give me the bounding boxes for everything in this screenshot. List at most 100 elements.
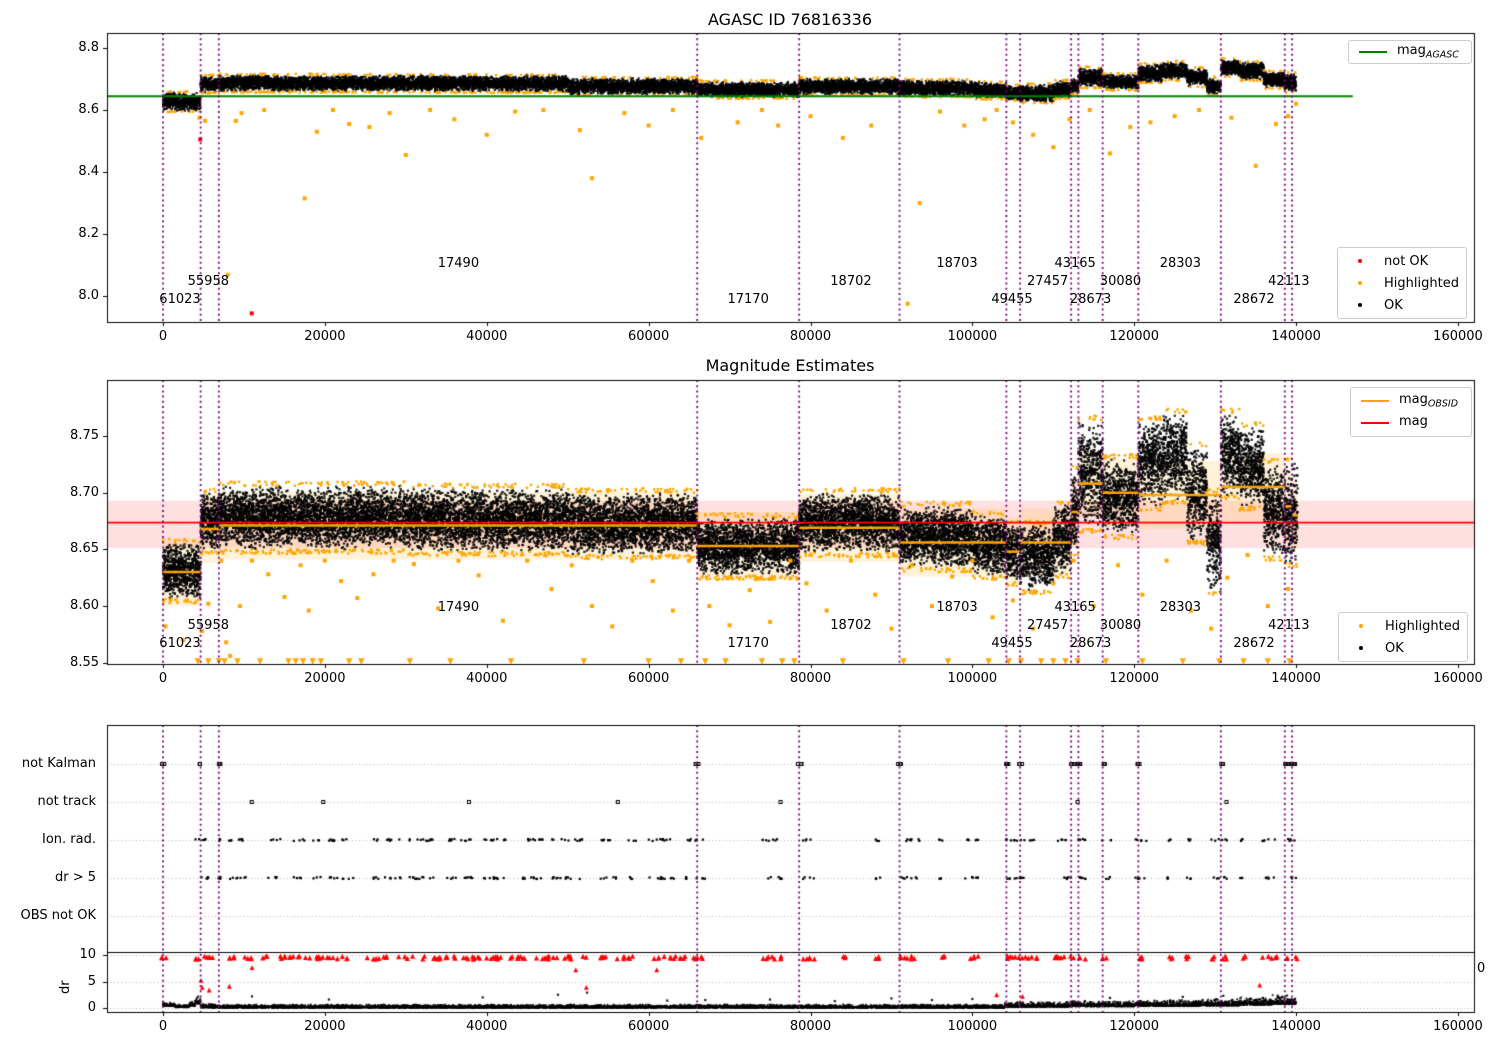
tick-label: 8.4 xyxy=(78,164,99,179)
tick-label: 8.75 xyxy=(70,428,99,443)
legend-row: Highlighted xyxy=(1339,615,1467,637)
orange-dot-icon xyxy=(1359,624,1363,628)
tick-label: not Kalman xyxy=(21,756,96,771)
legend-label: OK xyxy=(1385,640,1404,656)
tick-label: 17490 xyxy=(437,600,480,615)
tick-label: 27457 xyxy=(1026,618,1069,633)
tick-label: 60000 xyxy=(627,671,670,686)
legend-top-markers: not OK Highlighted OK xyxy=(1337,247,1467,319)
tick-label: 43165 xyxy=(1054,256,1096,271)
tick-label: 18703 xyxy=(936,600,978,615)
tick-label: 80000 xyxy=(789,329,832,344)
tick-label: 40000 xyxy=(466,671,508,686)
tick-label: 8.8 xyxy=(78,40,99,55)
right-zero-tick-label: 0 xyxy=(1477,961,1486,976)
figure: AGASC ID 76816336 Magnitude Estimates ma… xyxy=(0,0,1500,1050)
tick-label: 8.60 xyxy=(70,598,99,614)
black-dot-icon xyxy=(1358,303,1362,307)
tick-label: 60000 xyxy=(627,1019,670,1034)
tick-label: 160000 xyxy=(1433,1019,1483,1034)
tick-label: 18702 xyxy=(830,274,872,289)
tick-label: 80000 xyxy=(789,671,832,686)
black-dot-icon xyxy=(1359,646,1363,650)
tick-label: 17170 xyxy=(727,636,769,651)
tick-label: dr > 5 xyxy=(54,870,96,885)
legend-label: OK xyxy=(1384,297,1403,313)
tick-label: 61023 xyxy=(159,292,201,307)
tick-label: 8.55 xyxy=(70,654,99,670)
tick-label: 27457 xyxy=(1026,274,1069,289)
legend-label: magAGASC xyxy=(1397,43,1459,61)
red-line-sample-icon xyxy=(1361,422,1389,424)
tick-label: 18703 xyxy=(936,256,978,271)
tick-label: 140000 xyxy=(1271,329,1321,344)
tick-label: 17170 xyxy=(727,292,769,307)
tick-label: 0 xyxy=(158,329,168,344)
tick-label: 160000 xyxy=(1433,329,1483,344)
legend-row: magOBSID xyxy=(1351,390,1471,412)
legend-label: not OK xyxy=(1384,253,1429,269)
dr-axis-label: dr xyxy=(58,980,73,994)
tick-label: 8.2 xyxy=(78,226,99,241)
legend-row: not OK xyxy=(1338,250,1466,272)
tick-label: 40000 xyxy=(466,329,508,344)
legend-label: magOBSID xyxy=(1399,392,1459,410)
tick-label: 10 xyxy=(79,947,96,962)
tick-label: 17490 xyxy=(437,256,480,271)
tick-label: OBS not OK xyxy=(20,908,97,923)
legend-label: mag xyxy=(1399,414,1428,430)
tick-label: 8.6 xyxy=(78,102,99,117)
tick-label: 20000 xyxy=(304,329,346,344)
legend-row: OK xyxy=(1338,294,1466,316)
tick-label: 100000 xyxy=(947,1019,998,1034)
legend-label: Highlighted xyxy=(1384,275,1459,291)
tick-label: 140000 xyxy=(1271,1019,1321,1034)
legend-row: OK xyxy=(1339,637,1467,659)
tick-label: 55958 xyxy=(187,618,229,633)
tick-label: 43165 xyxy=(1054,600,1096,615)
tick-label: not track xyxy=(37,794,96,809)
legend-row: mag xyxy=(1351,412,1471,434)
tick-label: 0 xyxy=(158,671,168,686)
tick-label: 100000 xyxy=(947,671,998,686)
legend-mag-lines: magOBSID mag xyxy=(1350,387,1472,437)
tick-label: 0 xyxy=(87,1000,96,1015)
orange-dot-icon xyxy=(1358,281,1362,285)
plot-canvas xyxy=(0,0,1500,1050)
tick-label: 28672 xyxy=(1233,292,1275,307)
tick-label: 20000 xyxy=(304,671,346,686)
legend-row: magAGASC xyxy=(1349,41,1471,63)
tick-label: 28673 xyxy=(1069,636,1112,651)
tick-label: 61023 xyxy=(159,636,201,651)
tick-label: 55958 xyxy=(187,274,229,289)
tick-label: 49455 xyxy=(991,636,1033,651)
red-dot-icon xyxy=(1358,259,1362,263)
tick-label: 120000 xyxy=(1109,1019,1160,1034)
tick-label: 5 xyxy=(87,973,96,989)
tick-label: 28672 xyxy=(1233,636,1275,651)
tick-label: 28303 xyxy=(1159,256,1202,271)
tick-label: 140000 xyxy=(1271,671,1321,686)
tick-label: 28673 xyxy=(1069,292,1112,307)
tick-label: 18702 xyxy=(830,618,872,633)
tick-label: 100000 xyxy=(947,329,998,344)
tick-label: 60000 xyxy=(627,329,670,344)
top-plot-title: AGASC ID 76816336 xyxy=(708,10,872,29)
tick-label: 8.65 xyxy=(70,541,99,557)
tick-label: 120000 xyxy=(1109,671,1160,686)
legend-mag-agasc: magAGASC xyxy=(1348,40,1472,64)
orange-line-sample-icon xyxy=(1361,400,1389,402)
tick-label: 49455 xyxy=(991,292,1033,307)
tick-label: 28303 xyxy=(1159,600,1202,615)
tick-label: 40000 xyxy=(466,1019,508,1034)
tick-label: 120000 xyxy=(1109,329,1160,344)
legend-row: Highlighted xyxy=(1338,272,1466,294)
tick-label: 8.70 xyxy=(70,484,99,500)
tick-label: 20000 xyxy=(304,1019,346,1034)
tick-label: 30080 xyxy=(1099,618,1142,633)
tick-label: 160000 xyxy=(1433,671,1483,686)
legend-label: Highlighted xyxy=(1385,618,1460,634)
tick-label: 42113 xyxy=(1268,618,1310,633)
tick-label: 30080 xyxy=(1099,274,1142,289)
tick-label: 80000 xyxy=(789,1019,832,1034)
